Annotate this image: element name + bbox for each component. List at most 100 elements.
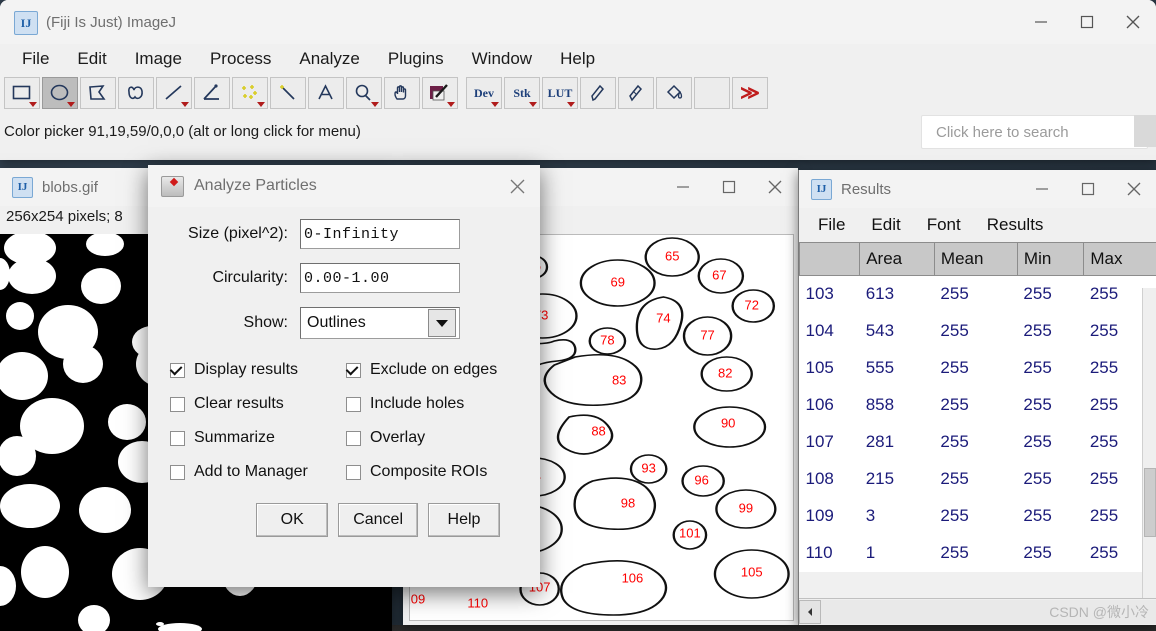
analyze-particles-dialog[interactable]: Analyze Particles Size (pixel^2): 0-Infi… <box>148 165 540 587</box>
lut-tool[interactable]: LUT <box>542 77 578 109</box>
checkbox-include-holes-box[interactable] <box>346 397 361 412</box>
chevron-down-icon[interactable] <box>428 309 456 337</box>
close-icon[interactable] <box>494 165 540 207</box>
horizontal-scroll-track[interactable]: CSDN @微小冷 <box>821 600 1156 624</box>
size-field[interactable]: 0-Infinity <box>300 219 460 249</box>
table-row[interactable]: 108215255255255 <box>800 461 1156 498</box>
wand-tool[interactable] <box>270 77 306 109</box>
bucket-icon[interactable] <box>656 77 692 109</box>
rectangle-tool-dropdown-icon[interactable] <box>29 102 37 107</box>
results-menu-font[interactable]: Font <box>914 215 974 235</box>
magnifier-icon[interactable] <box>346 77 382 109</box>
close-icon[interactable] <box>1111 170 1156 208</box>
dev-tool[interactable]: Dev <box>466 77 502 109</box>
window-resize-grip[interactable] <box>1134 115 1156 147</box>
circularity-field[interactable]: 0.00-1.00 <box>300 263 460 293</box>
minimize-icon[interactable] <box>1018 0 1064 44</box>
pencil-icon[interactable] <box>580 77 616 109</box>
line-tool[interactable] <box>156 77 192 109</box>
menu-plugins[interactable]: Plugins <box>374 44 458 74</box>
maximize-icon[interactable] <box>1065 170 1111 208</box>
column-header-area[interactable]: Area <box>860 243 935 276</box>
column-header-min[interactable]: Min <box>1017 243 1083 276</box>
checkbox-clear-results[interactable]: Clear results <box>170 387 346 421</box>
oval-tool-dropdown-icon[interactable] <box>67 102 75 107</box>
results-vertical-scrollbar[interactable] <box>1142 288 1156 599</box>
table-row[interactable]: 104543255255255 <box>800 313 1156 350</box>
point-tool-dropdown-icon[interactable] <box>257 102 265 107</box>
close-icon[interactable] <box>752 168 798 206</box>
brush-icon[interactable] <box>618 77 654 109</box>
line-tool-dropdown-icon[interactable] <box>181 102 189 107</box>
more-tools-button[interactable]: ≫ <box>732 77 768 109</box>
checkbox-display-results-box[interactable] <box>170 363 185 378</box>
maximize-icon[interactable] <box>1064 0 1110 44</box>
status-row: Color picker 91,19,59/0,0,0 (alt or long… <box>0 112 1156 150</box>
checkbox-display-results[interactable]: Display results <box>170 353 346 387</box>
scroll-left-arrow-icon[interactable] <box>799 600 821 624</box>
checkbox-summarize[interactable]: Summarize <box>170 421 346 455</box>
checkbox-composite-rois[interactable]: Composite ROIs <box>346 455 522 489</box>
oval-tool[interactable] <box>42 77 78 109</box>
search-input[interactable]: Click here to search <box>921 115 1148 149</box>
table-row[interactable]: 106858255255255 <box>800 387 1156 424</box>
blob-label: 98 <box>621 496 635 511</box>
dev-tool-dropdown-icon[interactable] <box>491 102 499 107</box>
rectangle-tool[interactable] <box>4 77 40 109</box>
results-window[interactable]: IJ Results File Edit Font Results Area M… <box>798 170 1156 625</box>
checkbox-add-to-manager[interactable]: Add to Manager <box>170 455 346 489</box>
stk-tool-dropdown-icon[interactable] <box>529 102 537 107</box>
menu-window[interactable]: Window <box>458 44 546 74</box>
menu-image[interactable]: Image <box>121 44 196 74</box>
table-row[interactable]: 103613255255255 <box>800 276 1156 313</box>
menu-file[interactable]: File <box>8 44 63 74</box>
column-header-mean[interactable]: Mean <box>934 243 1017 276</box>
checkbox-exclude-on-edges[interactable]: Exclude on edges <box>346 353 522 387</box>
checkbox-exclude-on-edges-box[interactable] <box>346 363 361 378</box>
menu-analyze[interactable]: Analyze <box>285 44 373 74</box>
results-vertical-scroll-thumb[interactable] <box>1144 468 1156 536</box>
checkbox-clear-results-box[interactable] <box>170 397 185 412</box>
results-menu-file[interactable]: File <box>805 215 858 235</box>
freehand-tool[interactable] <box>118 77 154 109</box>
menu-edit[interactable]: Edit <box>63 44 120 74</box>
dialog-buttons: OK Cancel Help <box>166 489 522 537</box>
minimize-icon[interactable] <box>660 168 706 206</box>
empty-tool-slot[interactable] <box>694 77 730 109</box>
checkbox-add-to-manager-box[interactable] <box>170 465 185 480</box>
cancel-button[interactable]: Cancel <box>338 503 418 537</box>
stk-tool[interactable]: Stk <box>504 77 540 109</box>
checkbox-overlay[interactable]: Overlay <box>346 421 522 455</box>
column-header-max[interactable]: Max <box>1084 243 1156 276</box>
results-menu-edit[interactable]: Edit <box>858 215 913 235</box>
minimize-icon[interactable] <box>1019 170 1065 208</box>
column-header-index[interactable] <box>800 243 860 276</box>
dropper-dropdown-icon[interactable] <box>447 102 455 107</box>
dropper-icon[interactable] <box>422 77 458 109</box>
table-row[interactable]: 1101255255255 <box>800 535 1156 572</box>
text-tool[interactable] <box>308 77 344 109</box>
hand-tool[interactable] <box>384 77 420 109</box>
results-horizontal-scrollbar[interactable]: CSDN @微小冷 <box>799 598 1156 625</box>
help-button[interactable]: Help <box>428 503 500 537</box>
ok-button[interactable]: OK <box>256 503 328 537</box>
results-menu-results[interactable]: Results <box>974 215 1057 235</box>
show-dropdown[interactable]: Outlines <box>300 307 460 339</box>
magnifier-dropdown-icon[interactable] <box>371 102 379 107</box>
menu-help[interactable]: Help <box>546 44 609 74</box>
close-icon[interactable] <box>1110 0 1156 44</box>
point-tool[interactable] <box>232 77 268 109</box>
lut-tool-dropdown-icon[interactable] <box>567 102 575 107</box>
checkbox-summarize-box[interactable] <box>170 431 185 446</box>
cell-mean: 255 <box>934 276 1017 313</box>
table-row[interactable]: 1093255255255 <box>800 498 1156 535</box>
table-row[interactable]: 107281255255255 <box>800 424 1156 461</box>
angle-tool[interactable] <box>194 77 230 109</box>
checkbox-overlay-box[interactable] <box>346 431 361 446</box>
checkbox-include-holes[interactable]: Include holes <box>346 387 522 421</box>
polygon-tool[interactable] <box>80 77 116 109</box>
table-row[interactable]: 105555255255255 <box>800 350 1156 387</box>
checkbox-composite-rois-box[interactable] <box>346 465 361 480</box>
menu-process[interactable]: Process <box>196 44 285 74</box>
maximize-icon[interactable] <box>706 168 752 206</box>
